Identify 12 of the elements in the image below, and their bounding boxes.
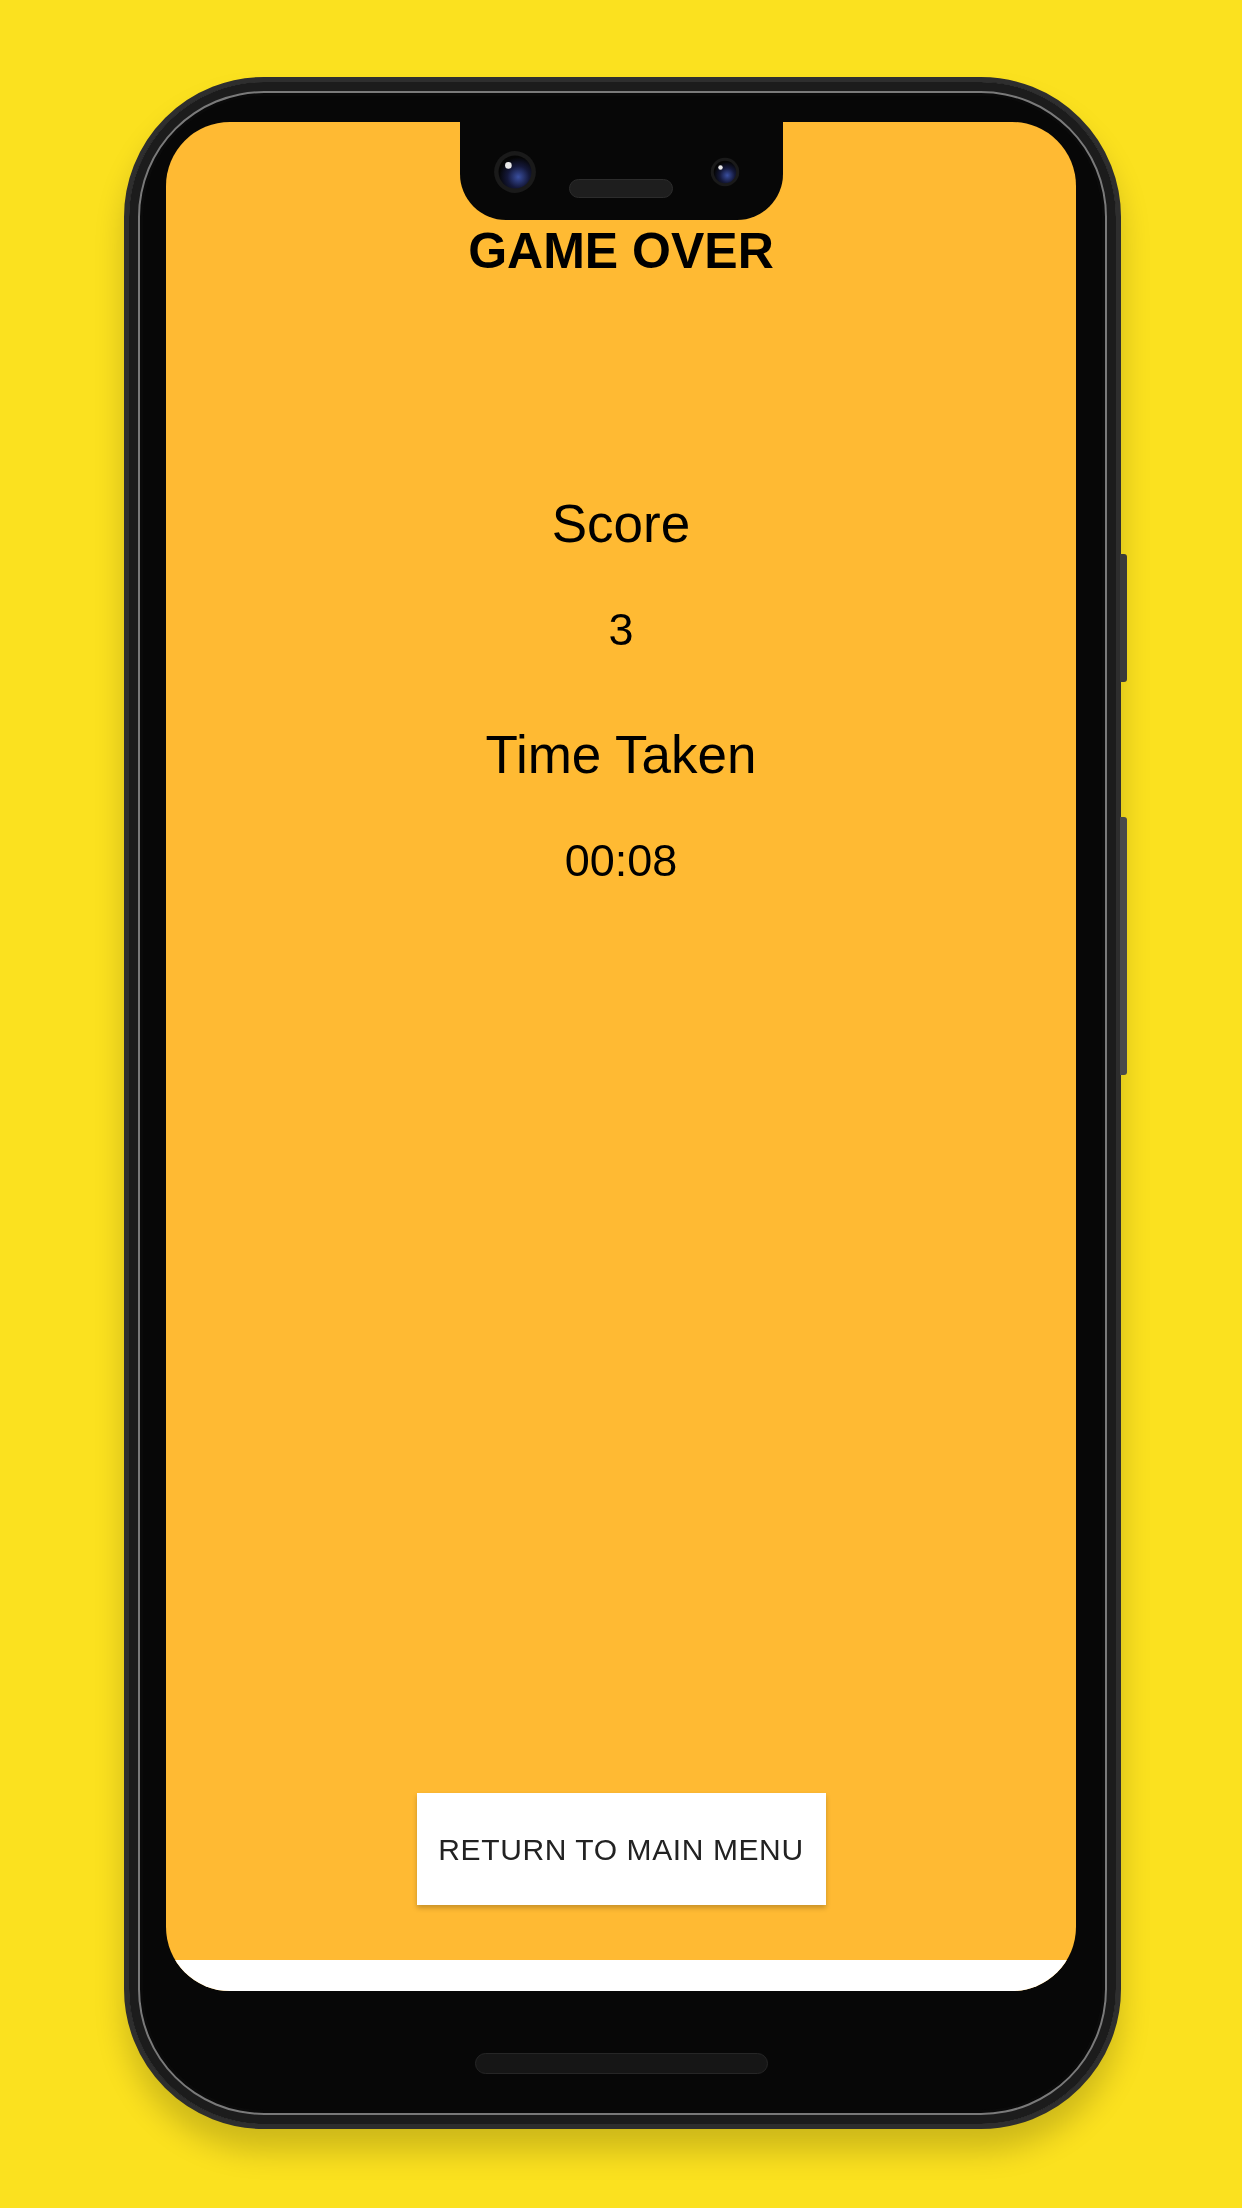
camera-lens-icon	[493, 150, 537, 194]
speaker-grille-icon	[474, 2053, 768, 2074]
stat-label: Score	[551, 494, 691, 554]
side-button[interactable]	[1120, 554, 1127, 682]
side-button[interactable]	[1120, 817, 1127, 1075]
speaker-grille-icon	[569, 179, 673, 198]
camera-lens-icon	[710, 157, 740, 187]
game-over-title: GAME OVER	[468, 222, 774, 280]
stat-label: Time Taken	[485, 725, 757, 785]
stat-value: 3	[608, 604, 634, 656]
return-to-main-menu-button[interactable]: RETURN TO MAIN MENU	[416, 1793, 826, 1905]
stat-value: 00:08	[564, 835, 678, 887]
